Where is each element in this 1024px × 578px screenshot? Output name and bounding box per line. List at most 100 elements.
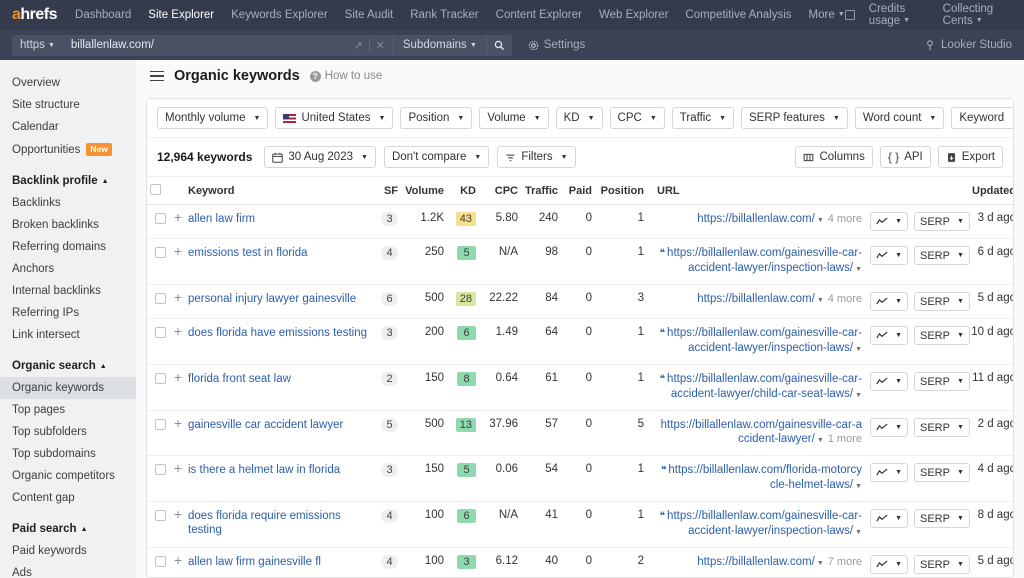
column-traffic[interactable]: Traffic <box>521 177 561 205</box>
chevron-down-icon[interactable]: ▼ <box>855 483 862 490</box>
chevron-down-icon[interactable]: ▼ <box>855 346 862 353</box>
url-link[interactable]: https://billallenlaw.com/florida-motorcy… <box>668 464 862 491</box>
url-link[interactable]: https://billallenlaw.com/gainesville-car… <box>667 510 862 537</box>
row-select-cell[interactable] <box>147 456 169 502</box>
plus-icon[interactable]: + <box>174 463 182 474</box>
row-expand-cell[interactable]: + <box>169 285 185 319</box>
row-expand-cell[interactable]: + <box>169 239 185 285</box>
row-select-cell[interactable] <box>147 502 169 548</box>
column-cpc[interactable]: CPC <box>479 177 521 205</box>
keyword-link[interactable]: personal injury lawyer gainesville <box>188 292 368 306</box>
plus-icon[interactable]: + <box>174 555 182 566</box>
protocol-select[interactable]: https▼ <box>12 35 63 56</box>
row-select-cell[interactable] <box>147 548 169 578</box>
row-select-cell[interactable] <box>147 285 169 319</box>
plus-icon[interactable]: + <box>174 246 182 257</box>
keyword-link[interactable]: florida front seat law <box>188 372 368 386</box>
api-button[interactable]: { } API <box>880 146 931 168</box>
date-picker[interactable]: 30 Aug 2023 ▼ <box>264 146 376 168</box>
sidebar-item-site-structure[interactable]: Site structure <box>0 94 136 116</box>
serp-button[interactable]: SERP▼ <box>914 509 970 528</box>
plus-icon[interactable]: + <box>174 372 182 383</box>
position-history-button[interactable]: ▼ <box>870 212 908 231</box>
nav-link-web-explorer[interactable]: Web Explorer <box>599 9 668 21</box>
column-sf[interactable]: SF <box>371 177 401 205</box>
keyword-link[interactable]: allen law firm <box>188 212 368 226</box>
position-history-button[interactable]: ▼ <box>870 372 908 391</box>
row-expand-cell[interactable]: + <box>169 548 185 578</box>
position-history-button[interactable]: ▼ <box>870 463 908 482</box>
nav-link-dashboard[interactable]: Dashboard <box>75 9 131 21</box>
serp-button[interactable]: SERP▼ <box>914 292 970 311</box>
sidebar-group-paid-search[interactable]: Paid search▲ <box>0 518 136 540</box>
column-position[interactable]: Position <box>595 177 647 205</box>
serp-button[interactable]: SERP▼ <box>914 555 970 574</box>
keyword-link[interactable]: gainesville car accident lawyer <box>188 418 368 432</box>
more-urls-link[interactable]: 1 more <box>828 433 862 445</box>
row-select-cell[interactable] <box>147 239 169 285</box>
external-link-icon[interactable]: ↗ <box>353 39 362 52</box>
select-all-header[interactable] <box>147 177 169 205</box>
filters-button[interactable]: Filters ▼ <box>497 146 575 168</box>
export-button[interactable]: Export <box>938 146 1003 168</box>
chevron-down-icon[interactable]: ▼ <box>855 266 862 273</box>
more-urls-link[interactable]: 7 more <box>828 556 862 568</box>
sidebar-item-anchors[interactable]: Anchors <box>0 258 136 280</box>
row-expand-cell[interactable]: + <box>169 319 185 365</box>
sidebar-item-referring-domains[interactable]: Referring domains <box>0 236 136 258</box>
keyword-link[interactable]: does florida require emissions testing <box>188 509 368 537</box>
nav-link-site-explorer[interactable]: Site Explorer <box>148 9 214 21</box>
row-expand-cell[interactable]: + <box>169 456 185 502</box>
row-select-cell[interactable] <box>147 411 169 456</box>
url-link[interactable]: https://billallenlaw.com/ <box>697 556 815 568</box>
hamburger-icon[interactable] <box>150 71 164 82</box>
nav-link-rank-tracker[interactable]: Rank Tracker <box>410 9 478 21</box>
row-expand-cell[interactable]: + <box>169 502 185 548</box>
target-url-input[interactable]: billallenlaw.com/ ↗ ✕ <box>63 35 393 56</box>
keyword-link[interactable]: emissions test in florida <box>188 246 368 260</box>
sidebar-item-top-pages[interactable]: Top pages <box>0 399 136 421</box>
nav-link-content-explorer[interactable]: Content Explorer <box>496 9 582 21</box>
column-keyword[interactable]: Keyword <box>185 177 371 205</box>
chevron-down-icon[interactable]: ▼ <box>817 297 824 304</box>
sidebar-item-organic-competitors[interactable]: Organic competitors <box>0 465 136 487</box>
plus-icon[interactable]: + <box>174 326 182 337</box>
row-select-cell[interactable] <box>147 205 169 239</box>
sidebar-group-backlink-profile[interactable]: Backlink profile▲ <box>0 170 136 192</box>
sidebar-item-top-subfolders[interactable]: Top subfolders <box>0 421 136 443</box>
position-history-button[interactable]: ▼ <box>870 555 908 574</box>
filter-keyword[interactable]: Keyword▼ <box>951 107 1014 129</box>
columns-button[interactable]: Columns <box>795 146 872 168</box>
url-link[interactable]: https://billallenlaw.com/ <box>697 213 815 225</box>
column-paid[interactable]: Paid <box>561 177 595 205</box>
sidebar-item-internal-backlinks[interactable]: Internal backlinks <box>0 280 136 302</box>
sidebar-item-link-intersect[interactable]: Link intersect <box>0 324 136 346</box>
plus-icon[interactable]: + <box>174 212 182 223</box>
column-updated[interactable]: Updated <box>963 177 1013 205</box>
sidebar-item-calendar[interactable]: Calendar <box>0 116 136 138</box>
sidebar-item-overview[interactable]: Overview <box>0 72 136 94</box>
filter-traffic[interactable]: Traffic▼ <box>672 107 734 129</box>
more-urls-link[interactable]: 4 more <box>828 213 862 225</box>
sidebar-item-top-subdomains[interactable]: Top subdomains <box>0 443 136 465</box>
sidebar-item-opportunities[interactable]: OpportunitiesNew <box>0 138 136 161</box>
chevron-down-icon[interactable]: ▼ <box>855 529 862 536</box>
position-history-button[interactable]: ▼ <box>870 326 908 345</box>
how-to-use-link[interactable]: ? How to use <box>310 70 383 82</box>
select-all-checkbox[interactable] <box>150 184 161 195</box>
settings-button[interactable]: Settings <box>528 39 586 51</box>
more-urls-link[interactable]: 4 more <box>828 293 862 305</box>
sidebar-item-ads[interactable]: Ads <box>0 562 136 578</box>
plus-icon[interactable]: + <box>174 418 182 429</box>
url-link[interactable]: https://billallenlaw.com/gainesville-car… <box>667 327 862 354</box>
scope-select[interactable]: Subdomains▼ <box>393 35 486 56</box>
row-checkbox[interactable] <box>155 510 166 521</box>
sidebar-group-organic-search[interactable]: Organic search▲ <box>0 355 136 377</box>
nav-link-site-audit[interactable]: Site Audit <box>345 9 394 21</box>
column-url[interactable]: URL <box>647 177 865 205</box>
serp-button[interactable]: SERP▼ <box>914 212 970 231</box>
row-checkbox[interactable] <box>155 373 166 384</box>
filter-serp-features[interactable]: SERP features▼ <box>741 107 848 129</box>
row-checkbox[interactable] <box>155 556 166 567</box>
keyword-link[interactable]: is there a helmet law in florida <box>188 463 368 477</box>
